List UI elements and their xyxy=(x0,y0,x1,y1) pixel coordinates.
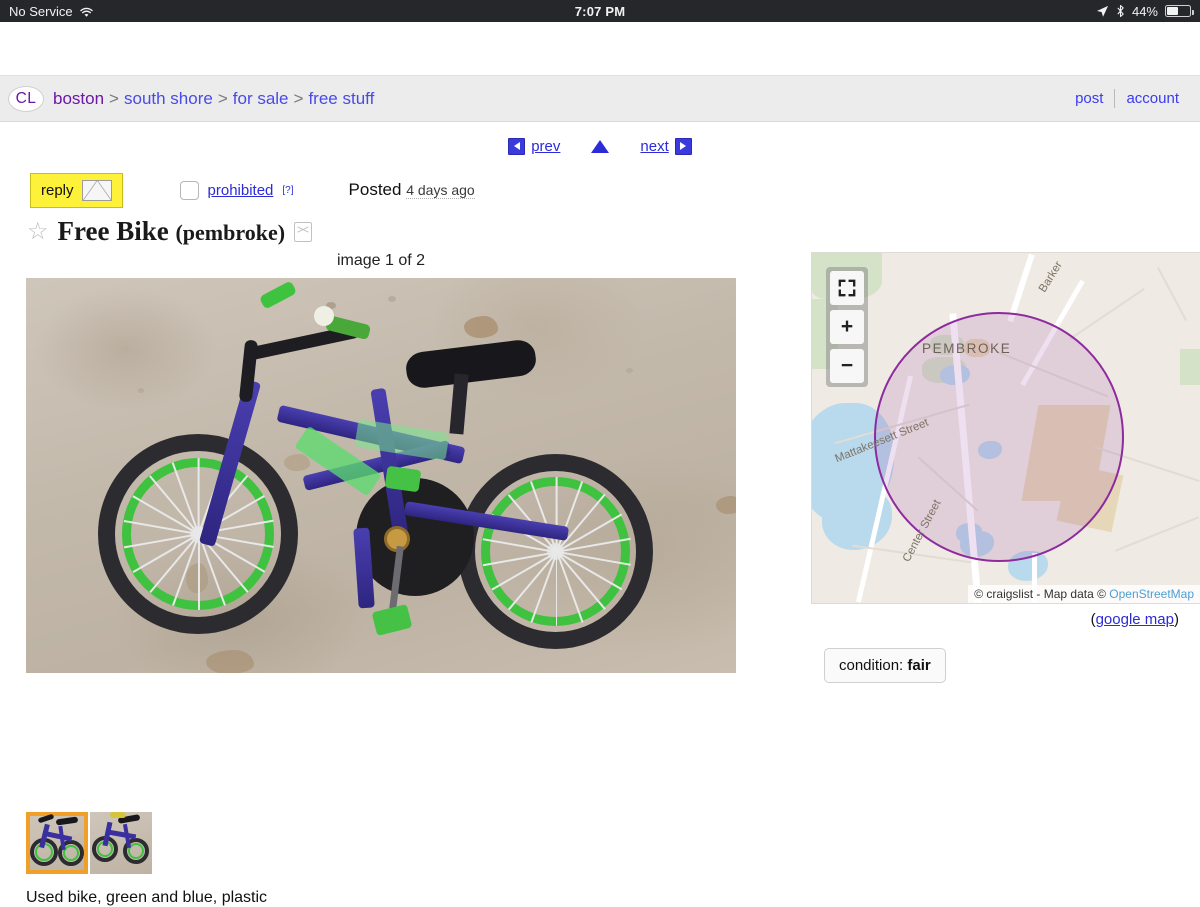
breadcrumb: CL boston > south shore > for sale > fre… xyxy=(8,85,374,112)
craigslist-logo[interactable]: CL xyxy=(8,85,44,112)
map-column: PEMBROKE Barker Mattakeesett Street Cent… xyxy=(811,252,1200,683)
page-title: Free Bike (pembroke) xyxy=(58,216,286,247)
ios-status-bar: No Service 7:07 PM 44% xyxy=(0,0,1200,22)
posting-title-text: Free Bike xyxy=(57,216,169,246)
next-posting-link[interactable]: next xyxy=(640,137,692,155)
image-gallery: image 1 of 2 xyxy=(26,252,736,683)
left-triangle-icon xyxy=(508,137,526,155)
status-right: 44% xyxy=(1096,3,1194,19)
right-triangle-icon xyxy=(674,137,692,155)
condition-value: fair xyxy=(907,657,931,674)
breadcrumb-item-free-stuff[interactable]: free stuff xyxy=(308,89,374,109)
zoom-in-button[interactable]: + xyxy=(830,310,864,344)
prev-posting-link[interactable]: prev xyxy=(508,137,561,155)
breadcrumb-separator: > xyxy=(109,88,119,108)
carrier-label: No Service xyxy=(9,3,73,19)
prohibited-help-icon[interactable]: [?] xyxy=(282,185,293,196)
up-triangle-icon xyxy=(591,139,610,153)
envelope-icon xyxy=(81,179,112,201)
bluetooth-icon xyxy=(1116,4,1125,18)
map-city-label: PEMBROKE xyxy=(922,341,1012,356)
up-to-results-link[interactable] xyxy=(591,139,610,153)
posted-label: Posted xyxy=(348,180,402,199)
trash-icon[interactable] xyxy=(294,221,313,242)
paren-close: ) xyxy=(1174,611,1179,628)
reply-label: reply xyxy=(41,181,74,199)
breadcrumb-item-for-sale[interactable]: for sale xyxy=(233,89,289,109)
post-link[interactable]: post xyxy=(1064,90,1114,107)
thumbnail-1[interactable] xyxy=(26,812,88,874)
openstreetmap-link[interactable]: OpenStreetMap xyxy=(1109,587,1194,601)
posting-description: Used bike, green and blue, plastic xyxy=(26,889,268,906)
map-attribution: © craigslist - Map data © OpenStreetMap xyxy=(968,585,1200,603)
zoom-out-button[interactable]: − xyxy=(830,349,864,383)
fullscreen-icon[interactable] xyxy=(830,271,864,305)
thumbnail-2[interactable] xyxy=(90,812,152,874)
star-icon[interactable]: ☆ xyxy=(27,219,49,244)
map-controls: + − xyxy=(826,267,868,387)
posting-action-bar: reply prohibited [?] Posted 4 days ago xyxy=(0,162,1200,208)
breadcrumb-item-boston[interactable]: boston xyxy=(53,89,104,109)
reply-button[interactable]: reply xyxy=(30,172,123,208)
thumbnail-strip xyxy=(26,812,152,874)
image-counter: image 1 of 2 xyxy=(336,252,426,269)
condition-label: condition: xyxy=(839,657,904,674)
status-clock: 7:07 PM xyxy=(574,3,626,19)
posted-date: Posted 4 days ago xyxy=(349,180,475,200)
account-link[interactable]: account xyxy=(1115,90,1190,107)
prohibited-flag-group: prohibited [?] xyxy=(179,180,294,200)
status-badge: condition: fair xyxy=(824,648,946,683)
map-street-barker: Barker xyxy=(1036,259,1066,295)
battery-icon xyxy=(1165,5,1194,17)
battery-percent-label: 44% xyxy=(1131,3,1158,19)
google-map-row: (google map) xyxy=(811,604,1200,628)
posting-body: image 1 of 2 PEMBROKE Barker Mattakeeset… xyxy=(0,252,1200,683)
prev-label: prev xyxy=(531,137,561,155)
google-map-link[interactable]: google map xyxy=(1096,611,1174,628)
posting-main-image[interactable] xyxy=(26,278,736,673)
browser-chrome-gap xyxy=(0,22,1200,75)
breadcrumb-separator: > xyxy=(293,88,304,108)
craigslist-header: CL boston > south shore > for sale > fre… xyxy=(0,75,1200,122)
prohibited-link[interactable]: prohibited xyxy=(208,182,274,199)
wifi-icon xyxy=(79,6,94,17)
posted-relative-time: 4 days ago xyxy=(406,182,475,199)
next-label: next xyxy=(640,137,669,155)
status-left: No Service xyxy=(9,4,94,19)
location-arrow-icon xyxy=(1096,5,1109,18)
location-map[interactable]: PEMBROKE Barker Mattakeesett Street Cent… xyxy=(811,252,1200,604)
map-attribution-text: © craigslist - Map data © xyxy=(974,587,1110,601)
breadcrumb-separator: > xyxy=(217,88,228,108)
breadcrumb-item-south-shore[interactable]: south shore xyxy=(124,89,213,109)
posting-location-text: (pembroke) xyxy=(175,220,286,245)
posting-navigation: prev next xyxy=(0,130,1200,162)
header-actions: post account xyxy=(1064,89,1190,108)
prohibited-checkbox[interactable] xyxy=(179,180,199,200)
posting-title-row: ☆ Free Bike (pembroke) xyxy=(0,206,1200,247)
